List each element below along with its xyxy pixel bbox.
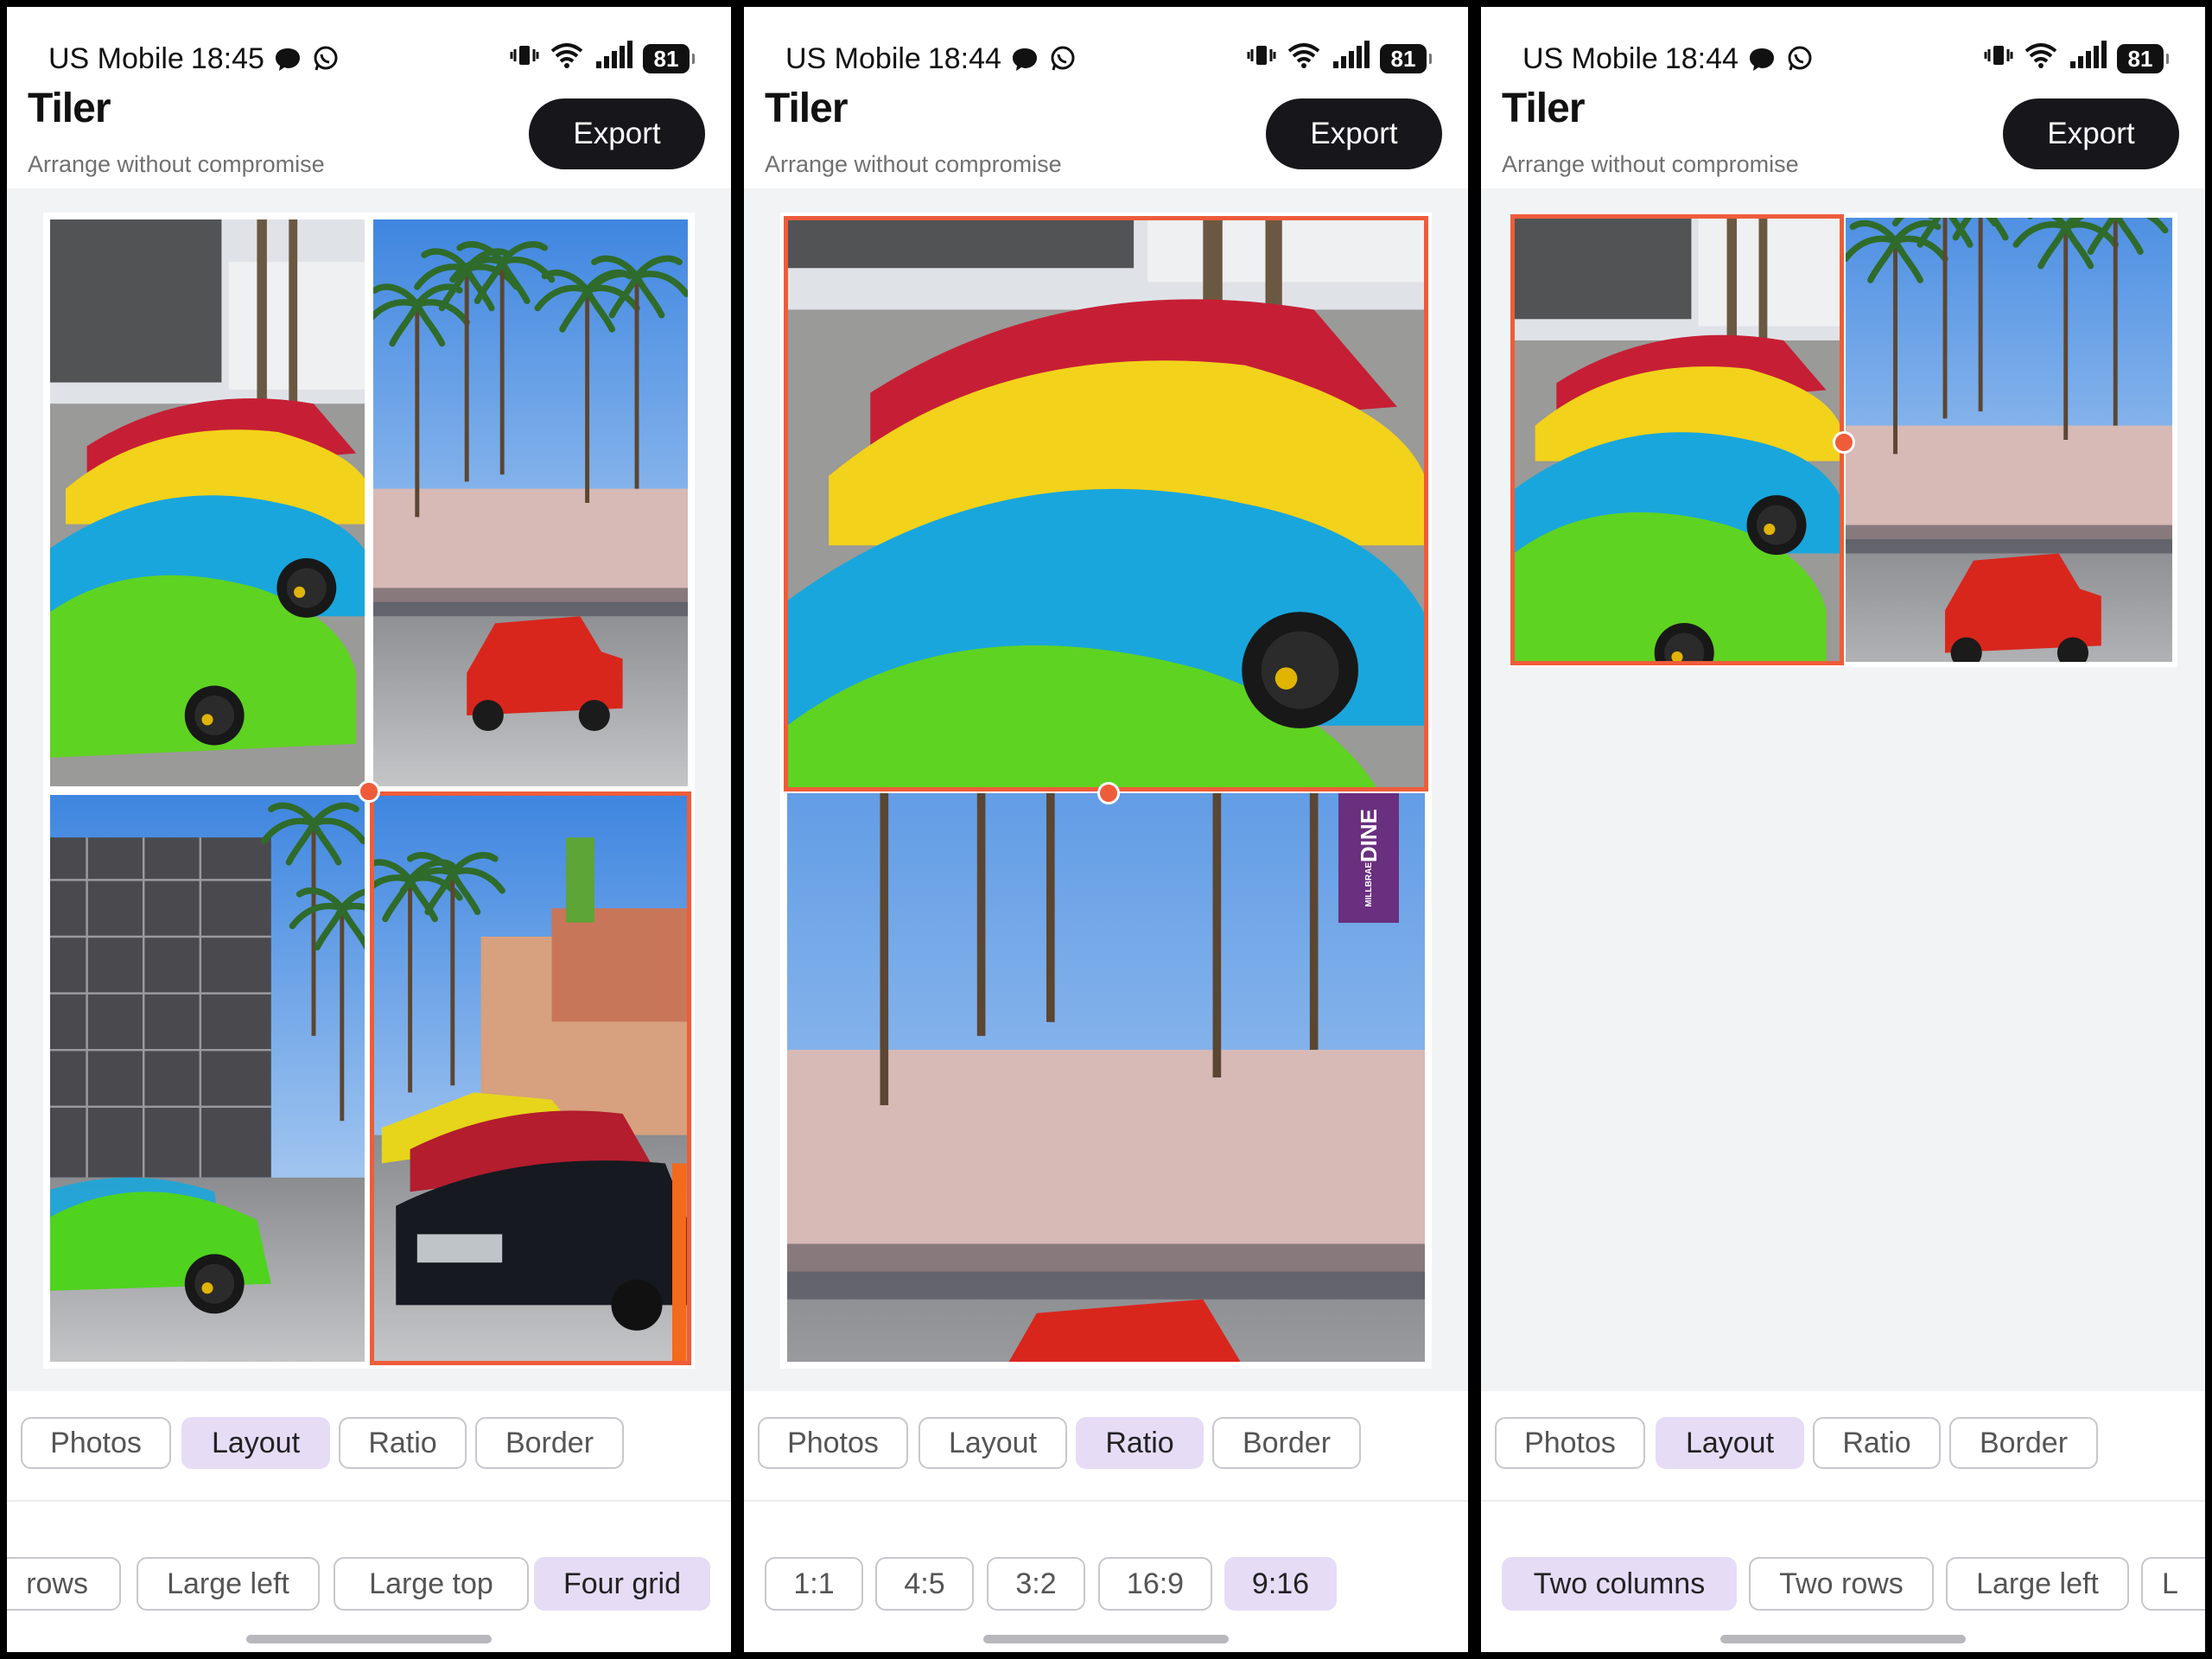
- signal-icon: [2069, 40, 2107, 78]
- battery-icon: 81: [643, 44, 695, 73]
- collage-tile-2[interactable]: [373, 219, 688, 786]
- header: US Mobile 18:44 81 Tiler Arrange without…: [744, 7, 1468, 188]
- tab-border[interactable]: Border: [1212, 1417, 1361, 1469]
- layout-options: rows Large left Large top Four grid: [7, 1502, 731, 1652]
- option-two-columns[interactable]: Two columns: [1502, 1557, 1737, 1611]
- tab-bar: Photos Layout Ratio Border: [7, 1391, 731, 1502]
- wifi-icon: [1287, 41, 1321, 78]
- whatsapp-icon: [1048, 44, 1077, 73]
- message-icon: [1010, 44, 1039, 73]
- status-time: 18:44: [1664, 41, 1738, 75]
- phone-screen-four-grid: US Mobile 18:45 81 Tiler Arrange without…: [7, 7, 731, 1652]
- header: US Mobile 18:44 81 Tiler Arrange without…: [1481, 7, 2205, 188]
- phone-screen-ratio: US Mobile 18:44 81 Tiler Arrange without…: [744, 7, 1468, 1652]
- app-title: Tiler: [765, 86, 848, 131]
- option-large-left[interactable]: Large left: [1946, 1557, 2129, 1611]
- dine-banner: DINE MILLBRAE: [1338, 793, 1399, 923]
- battery-icon: 81: [2117, 44, 2169, 73]
- tab-layout[interactable]: Layout: [1656, 1417, 1804, 1469]
- option-ratio-4-5[interactable]: 4:5: [875, 1557, 974, 1611]
- export-button[interactable]: Export: [2003, 99, 2179, 169]
- tab-layout[interactable]: Layout: [918, 1417, 1067, 1469]
- vibrate-icon: [510, 41, 539, 78]
- collage-tile-2[interactable]: DINE MILLBRAE: [787, 793, 1425, 1362]
- carrier-name: US Mobile: [785, 41, 921, 75]
- status-right: 81: [1984, 40, 2169, 78]
- status-time: 18:45: [190, 41, 264, 75]
- tab-photos[interactable]: Photos: [758, 1417, 908, 1469]
- tab-photos[interactable]: Photos: [21, 1417, 171, 1469]
- status-right: 81: [1247, 40, 1432, 78]
- collage-canvas: [1509, 213, 2177, 667]
- tab-border[interactable]: Border: [1949, 1417, 2098, 1469]
- home-indicator[interactable]: [983, 1635, 1229, 1643]
- layout-options: Two columns Two rows Large left L: [1481, 1502, 2205, 1652]
- option-large-top[interactable]: Large top: [334, 1557, 529, 1611]
- option-ratio-3-2[interactable]: 3:2: [987, 1557, 1085, 1611]
- status-right: 81: [510, 40, 695, 78]
- export-button[interactable]: Export: [529, 99, 705, 169]
- tab-ratio[interactable]: Ratio: [339, 1417, 467, 1469]
- option-ratio-9-16[interactable]: 9:16: [1224, 1557, 1337, 1611]
- option-ratio-1-1[interactable]: 1:1: [765, 1557, 863, 1611]
- app-subtitle: Arrange without compromise: [28, 151, 325, 177]
- option-rows[interactable]: rows: [7, 1557, 121, 1611]
- collage-tile-1-selected[interactable]: [1510, 214, 1844, 665]
- app-subtitle: Arrange without compromise: [1502, 151, 1799, 177]
- banner-text: DINE: [1355, 809, 1382, 863]
- phone-screen-two-columns: US Mobile 18:44 81 Tiler Arrange without…: [1481, 7, 2205, 1652]
- collage-tile-3[interactable]: [50, 795, 365, 1362]
- split-handle[interactable]: [1833, 431, 1855, 454]
- wifi-icon: [2024, 41, 2058, 78]
- tab-border[interactable]: Border: [475, 1417, 624, 1469]
- status-bar: US Mobile 18:44 81: [785, 33, 1432, 85]
- ratio-options: 1:1 4:5 3:2 16:9 9:16: [744, 1502, 1468, 1652]
- carrier-name: US Mobile: [1522, 41, 1658, 75]
- vibrate-icon: [1247, 41, 1276, 78]
- collage-tile-1-selected[interactable]: [784, 216, 1428, 791]
- tab-bar: Photos Layout Ratio Border: [744, 1391, 1468, 1502]
- split-handle[interactable]: [358, 780, 380, 803]
- app-title: Tiler: [1502, 86, 1585, 131]
- option-two-rows[interactable]: Two rows: [1749, 1557, 1934, 1611]
- split-handle[interactable]: [1097, 782, 1120, 804]
- app-title: Tiler: [28, 86, 111, 131]
- option-large-left[interactable]: Large left: [137, 1557, 320, 1611]
- collage-canvas: DINE MILLBRAE: [780, 213, 1432, 1369]
- tab-layout[interactable]: Layout: [181, 1417, 330, 1469]
- collage-tile-4-selected[interactable]: [370, 791, 691, 1365]
- option-truncated[interactable]: L: [2141, 1557, 2205, 1611]
- signal-icon: [1332, 40, 1370, 78]
- banner-subtext: MILLBRAE: [1363, 862, 1374, 907]
- status-bar: US Mobile 18:45 81: [48, 33, 695, 85]
- header: US Mobile 18:45 81 Tiler Arrange without…: [7, 7, 731, 188]
- whatsapp-icon: [311, 44, 340, 73]
- status-time: 18:44: [927, 41, 1001, 75]
- status-bar: US Mobile 18:44 81: [1522, 33, 2169, 85]
- export-button[interactable]: Export: [1266, 99, 1442, 169]
- collage-tile-1[interactable]: [50, 219, 365, 786]
- collage-tile-2[interactable]: [1846, 218, 2172, 662]
- whatsapp-icon: [1785, 44, 1815, 73]
- home-indicator[interactable]: [1720, 1635, 1966, 1643]
- app-subtitle: Arrange without compromise: [765, 151, 1062, 177]
- option-ratio-16-9[interactable]: 16:9: [1098, 1557, 1212, 1611]
- collage-canvas: [43, 213, 695, 1369]
- signal-icon: [594, 40, 632, 78]
- wifi-icon: [550, 41, 584, 78]
- message-icon: [1747, 44, 1777, 73]
- tab-bar: Photos Layout Ratio Border: [1481, 1391, 2205, 1502]
- battery-icon: 81: [1380, 44, 1432, 73]
- vibrate-icon: [1984, 41, 2013, 78]
- option-four-grid[interactable]: Four grid: [534, 1557, 710, 1611]
- tab-photos[interactable]: Photos: [1495, 1417, 1645, 1469]
- tab-ratio[interactable]: Ratio: [1813, 1417, 1941, 1469]
- carrier-name: US Mobile: [48, 41, 184, 75]
- message-icon: [273, 44, 302, 73]
- home-indicator[interactable]: [246, 1635, 492, 1643]
- tab-ratio[interactable]: Ratio: [1076, 1417, 1204, 1469]
